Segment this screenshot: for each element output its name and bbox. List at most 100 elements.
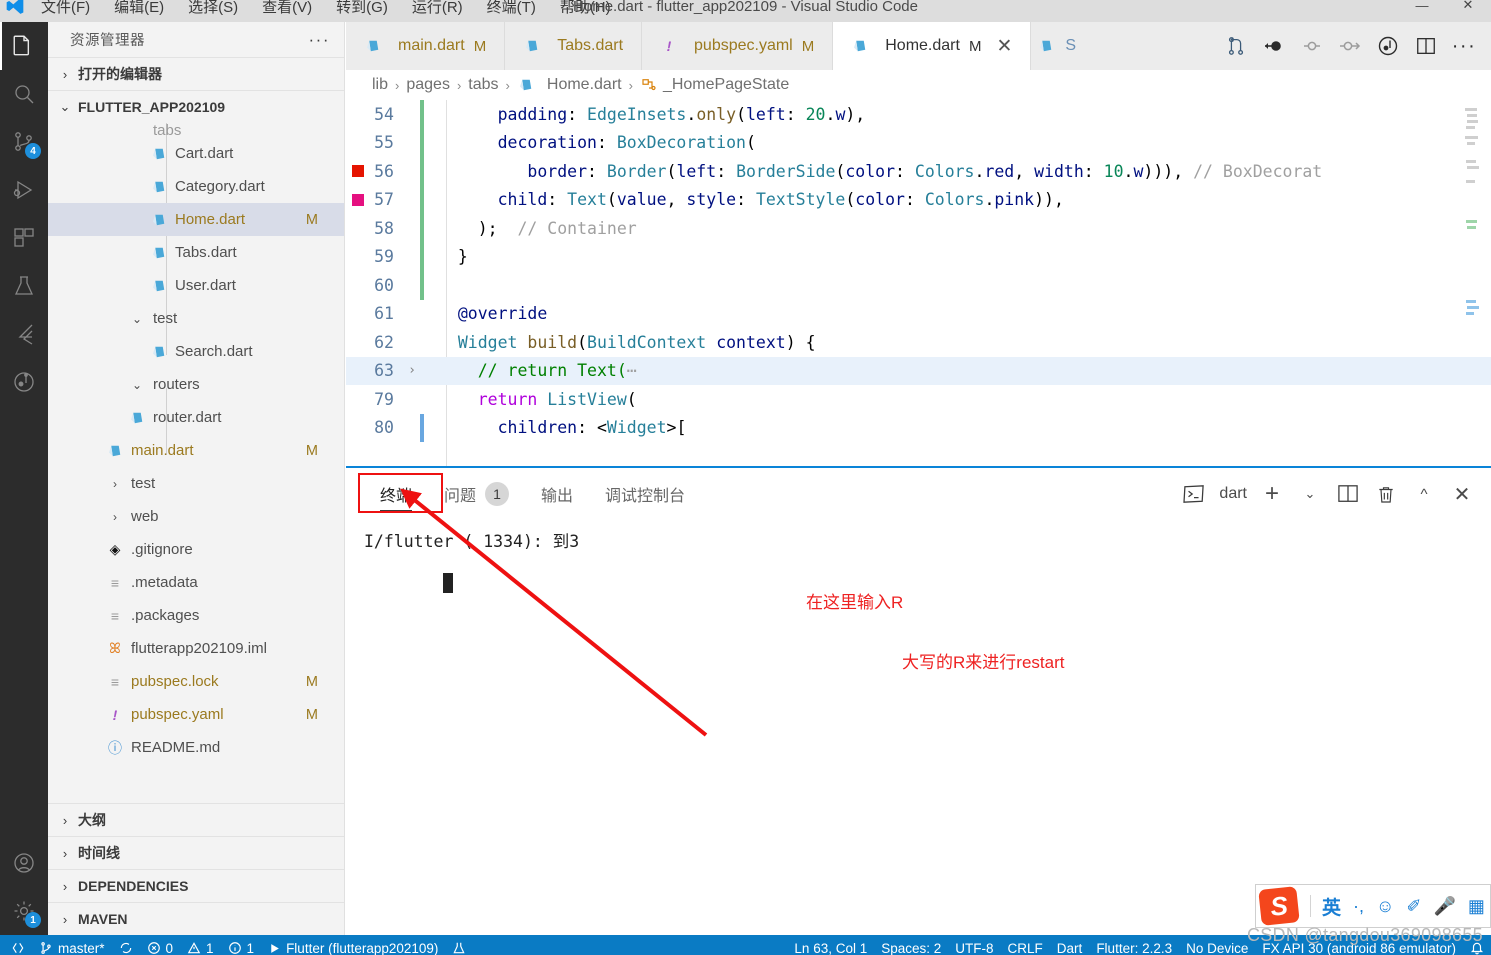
sogou-logo-icon[interactable]: S <box>1258 886 1300 926</box>
close-panel-icon[interactable]: ✕ <box>1449 481 1475 507</box>
status-beaker[interactable] <box>445 941 473 955</box>
tab-output[interactable]: 输出 <box>525 468 589 520</box>
tree-row-router-dart[interactable]: router.dart <box>48 401 344 434</box>
tree-row-category-dart[interactable]: Category.dart <box>48 170 344 203</box>
editor-actions[interactable]: ··· <box>1221 22 1491 70</box>
window-controls[interactable]: — ✕ <box>1399 0 1491 20</box>
breadcrumb-home-dart[interactable]: Home.dart <box>517 76 622 94</box>
code-line-62[interactable]: 62 Widget build(BuildContext context) { <box>346 328 1491 357</box>
tree-row-user-dart[interactable]: User.dart <box>48 269 344 302</box>
activity-accounts[interactable] <box>0 839 48 887</box>
tree-row-tabs-dart[interactable]: Tabs.dart <box>48 236 344 269</box>
tree-row--metadata[interactable]: ≡ .metadata <box>48 566 344 599</box>
tree-row-test[interactable]: › test <box>48 467 344 500</box>
breadcrumb-tabs[interactable]: tabs <box>468 76 498 94</box>
status-language-mode[interactable]: Dart <box>1050 941 1090 955</box>
editor-tab-bar[interactable]: main.dart M Tabs.dart! pubspec.yaml M Home.da… <box>346 22 1491 70</box>
panel-actions[interactable]: dart + ⌄ ^ ✕ <box>1181 468 1475 520</box>
menu-view[interactable]: 查看(V) <box>250 0 324 17</box>
breakpoint-marker[interactable] <box>352 193 364 206</box>
editor-tab-tabs-dart[interactable]: Tabs.dart <box>505 22 643 70</box>
tree-row-search-dart[interactable]: Search.dart <box>48 335 344 368</box>
code-line-79[interactable]: 79 return ListView( <box>346 385 1491 414</box>
terminal-icon[interactable] <box>1181 481 1207 507</box>
tree-row-pubspec-yaml[interactable]: ! pubspec.yaml M <box>48 698 344 731</box>
tree-row-test[interactable]: ⌄ test <box>48 302 344 335</box>
tree-row-web[interactable]: › web <box>48 500 344 533</box>
menu-goto[interactable]: 转到(G) <box>324 0 400 17</box>
section-project-root[interactable]: ⌄ FLUTTER_APP202109 <box>48 90 344 123</box>
tree-row-readme-md[interactable]: ⓘ README.md <box>48 731 344 764</box>
status-warnings[interactable]: 1 <box>180 941 221 955</box>
status-flutter-run[interactable]: Flutter (flutterapp202109) <box>261 941 445 955</box>
code-line-80[interactable]: 80 children: <Widget>[ <box>346 413 1491 442</box>
ime-toolbox-icon[interactable]: ▦ <box>1463 896 1490 917</box>
section-dependencies[interactable]: › DEPENDENCIES <box>48 869 344 902</box>
section-open-editors[interactable]: › 打开的编辑器 <box>48 57 344 90</box>
split-terminal-icon[interactable] <box>1335 481 1361 507</box>
code-line-56[interactable]: 56 border: Border(left: BorderSide(color… <box>346 157 1491 186</box>
tab-problems[interactable]: 问题 1 <box>428 468 525 520</box>
breadcrumb-homepagestate[interactable]: _HomePageState <box>640 76 789 94</box>
activity-dart-devtools[interactable] <box>0 358 48 406</box>
breadcrumb[interactable]: lib › pages › tabs › Home.dart › _HomePa… <box>346 70 1491 100</box>
status-branch[interactable]: master* <box>32 941 112 955</box>
code-line-55[interactable]: 55 decoration: BoxDecoration( <box>346 128 1491 157</box>
status-flutter-version[interactable]: Flutter: 2.2.3 <box>1089 941 1179 955</box>
new-terminal-icon[interactable]: + <box>1259 480 1285 507</box>
split-editor-icon[interactable] <box>1411 31 1441 61</box>
tab-terminal[interactable]: 终端 <box>364 468 428 520</box>
menu-terminal[interactable]: 终端(T) <box>475 0 548 17</box>
tree-row-home-dart[interactable]: Home.dart M <box>48 203 344 236</box>
code-line-60[interactable]: 60 <box>346 271 1491 300</box>
status-encoding[interactable]: UTF-8 <box>948 941 1000 955</box>
code-line-54[interactable]: 54 padding: EdgeInsets.only(left: 20.w), <box>346 100 1491 129</box>
kill-terminal-icon[interactable] <box>1373 481 1399 507</box>
source-control-icon[interactable] <box>1221 31 1251 61</box>
status-no-device[interactable]: No Device <box>1179 941 1255 955</box>
close-button[interactable]: ✕ <box>1445 0 1491 20</box>
ime-emoji-icon[interactable]: ☺ <box>1371 896 1399 917</box>
editor-tab-main-dart[interactable]: main.dart M <box>346 22 506 70</box>
menu-help[interactable]: 帮助(H) <box>548 0 623 17</box>
step-over-icon[interactable] <box>1297 31 1327 61</box>
menu-edit[interactable]: 编辑(E) <box>102 0 176 17</box>
status-eol[interactable]: CRLF <box>1001 941 1050 955</box>
editor-tab-overflow[interactable]: S <box>1031 22 1082 70</box>
activity-explorer[interactable] <box>0 22 48 70</box>
ime-handwriting-icon[interactable]: ✐ <box>1401 896 1426 917</box>
tree-row--gitignore[interactable]: ◈ .gitignore <box>48 533 344 566</box>
code-line-61[interactable]: 61 @override <box>346 300 1491 329</box>
tree-row-flutterapp202109-iml[interactable]: ꕤ flutterapp202109.iml <box>48 632 344 665</box>
tree-row-main-dart[interactable]: main.dart M <box>48 434 344 467</box>
editor-tab-home-dart[interactable]: Home.dart M ✕ <box>833 22 1032 70</box>
section-timeline[interactable]: › 时间线 <box>48 836 344 869</box>
tree-row--packages[interactable]: ≡ .packages <box>48 599 344 632</box>
section-maven[interactable]: › MAVEN <box>48 902 344 935</box>
status-indentation[interactable]: Spaces: 2 <box>874 941 948 955</box>
editor-tab-close-icon[interactable]: ✕ <box>996 35 1012 58</box>
more-actions-icon[interactable]: ··· <box>1449 31 1479 61</box>
fold-indicator[interactable]: › <box>404 363 420 378</box>
tab-debug-console[interactable]: 调试控制台 <box>589 468 701 520</box>
ime-punctuation-icon[interactable]: ·, <box>1348 896 1369 917</box>
ime-language-mode[interactable]: 英 <box>1317 893 1346 920</box>
minimize-button[interactable]: — <box>1399 0 1445 20</box>
step-into-icon[interactable] <box>1335 31 1365 61</box>
activity-settings[interactable]: 1 <box>0 887 48 935</box>
breadcrumb-lib[interactable]: lib <box>372 76 388 94</box>
breadcrumb-pages[interactable]: pages <box>406 76 450 94</box>
menu-file[interactable]: 文件(F) <box>29 0 102 17</box>
menu-select[interactable]: 选择(S) <box>176 0 250 17</box>
tree-row-routers[interactable]: ⌄ routers <box>48 368 344 401</box>
status-sync[interactable] <box>112 941 140 955</box>
terminal-body[interactable]: I/flutter ( 1334): 到3 <box>346 520 1491 935</box>
step-back-icon[interactable] <box>1259 31 1289 61</box>
ime-toolbar[interactable]: S 英 ·, ☺ ✐ 🎤 ▦ <box>1255 884 1491 928</box>
breakpoint-marker[interactable] <box>352 165 364 178</box>
ime-voice-icon[interactable]: 🎤 <box>1429 896 1461 917</box>
activity-extensions[interactable] <box>0 214 48 262</box>
menu-bar[interactable]: 文件(F) 编辑(E) 选择(S) 查看(V) 转到(G) 运行(R) 终端(T… <box>29 0 623 17</box>
code-line-59[interactable]: 59 } <box>346 242 1491 271</box>
activity-flutter[interactable] <box>0 310 48 358</box>
